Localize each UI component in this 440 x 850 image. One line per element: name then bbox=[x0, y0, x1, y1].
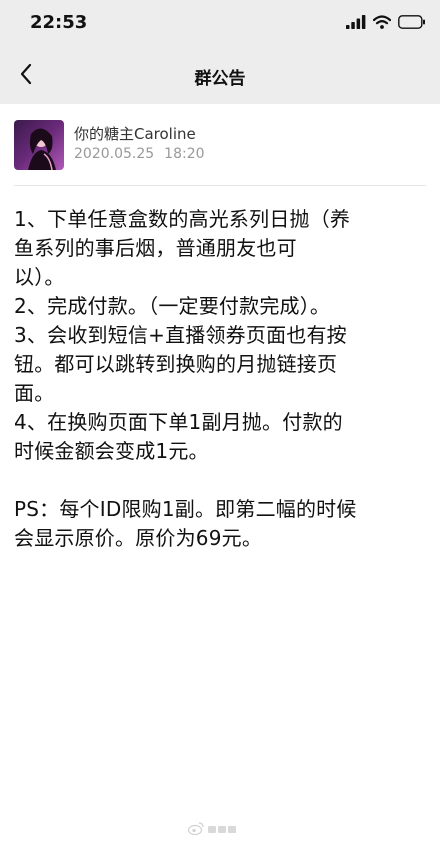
status-bar: 22:53 bbox=[0, 0, 440, 48]
status-indicators bbox=[346, 14, 426, 33]
announcement-line: 鱼系列的事后烟，普通朋友也可 bbox=[14, 236, 297, 260]
author-name[interactable]: 你的糖主Caroline bbox=[74, 123, 196, 144]
announcement-author: 你的糖主Caroline 2020.05.25 18:20 bbox=[14, 118, 414, 172]
nav-bar: 群公告 bbox=[0, 48, 440, 104]
watermark-handle bbox=[208, 823, 244, 837]
announcement-line: 面。 bbox=[14, 381, 55, 405]
announcement-line: 3、会收到短信+直播领券页面也有按 bbox=[14, 323, 347, 347]
divider bbox=[14, 185, 426, 186]
announcement-ps-line: 会显示原价。原价为69元。 bbox=[14, 526, 263, 550]
battery-icon bbox=[398, 14, 426, 33]
announcement-line: 1、下单任意盒数的高光系列日抛（养 bbox=[14, 207, 351, 231]
announcement-line: 4、在换购页面下单1副月抛。付款的 bbox=[14, 410, 343, 434]
announcement-line: 2、完成付款。（一定要付款完成）。 bbox=[14, 294, 331, 318]
announcement-ps-line: PS：每个ID限购1副。即第二幅的时候 bbox=[14, 497, 357, 521]
watermark bbox=[187, 820, 244, 839]
post-timestamp: 2020.05.25 18:20 bbox=[74, 146, 205, 162]
signal-bars-icon bbox=[346, 14, 366, 33]
post-time: 18:20 bbox=[164, 146, 205, 162]
announcement-line: 时候金额会变成1元。 bbox=[14, 439, 209, 463]
status-time: 22:53 bbox=[30, 12, 88, 33]
announcement-line: 以）。 bbox=[14, 265, 65, 289]
wifi-icon bbox=[372, 14, 392, 33]
announcement-content: 1、下单任意盒数的高光系列日抛（养 鱼系列的事后烟，普通朋友也可 以）。 2、完… bbox=[14, 205, 418, 553]
announcement-line: 钮。都可以跳转到换购的月抛链接页 bbox=[14, 352, 338, 376]
post-date: 2020.05.25 bbox=[74, 146, 155, 162]
avatar[interactable] bbox=[14, 120, 64, 170]
page-title: 群公告 bbox=[194, 69, 246, 89]
weibo-logo-icon bbox=[187, 820, 204, 839]
